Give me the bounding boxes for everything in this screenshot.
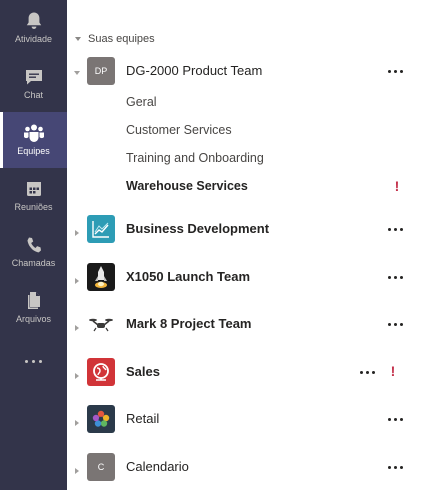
channel-item[interactable]: Training and Onboarding [126, 149, 264, 167]
team-item[interactable]: Sales ! [67, 352, 424, 392]
channel-item[interactable]: Customer Services [126, 121, 232, 139]
app-bar-meetings[interactable]: Reuniões [0, 168, 67, 224]
section-title: Suas equipes [88, 33, 155, 45]
team-name: Sales [126, 364, 160, 379]
chevron-down-icon[interactable] [74, 71, 80, 75]
channel-item[interactable]: Geral [126, 93, 157, 111]
drone-icon [87, 310, 115, 338]
app-bar-label: Reuniões [14, 202, 53, 212]
app-bar-label: Atividade [14, 34, 53, 44]
chevron-right-icon[interactable] [75, 230, 79, 236]
app-bar-label: Chamadas [11, 258, 56, 268]
your-teams-header[interactable]: Suas equipes [75, 31, 155, 47]
team-item[interactable]: Retail [67, 399, 424, 439]
app-bar: Atividade Chat Equipes Reuniões Chamadas… [0, 0, 67, 490]
chevron-right-icon[interactable] [75, 278, 79, 284]
chevron-right-icon[interactable] [75, 420, 79, 426]
chevron-right-icon[interactable] [75, 325, 79, 331]
more-apps-icon[interactable] [0, 349, 67, 373]
files-icon [27, 292, 40, 309]
team-name: X1050 Launch Team [126, 269, 251, 284]
teams-icon [23, 124, 44, 142]
more-options-icon[interactable] [385, 461, 405, 473]
team-item[interactable]: DP DG-2000 Product Team [67, 51, 424, 91]
avatar-initials: C [97, 462, 105, 472]
more-options-icon[interactable] [385, 271, 405, 283]
chevron-down-icon [75, 37, 81, 41]
team-avatar: DP [87, 57, 115, 85]
team-name: Retail [126, 411, 160, 426]
teams-list-pane: Suas equipes DP DG-2000 Product Team Ger… [67, 0, 424, 490]
more-options-icon[interactable] [385, 223, 405, 235]
chevron-right-icon[interactable] [75, 468, 79, 474]
app-bar-activity[interactable]: Atividade [0, 0, 67, 56]
team-name: Mark 8 Project Team [126, 316, 252, 331]
phone-icon [27, 237, 41, 253]
app-bar-label: Arquivos [15, 314, 51, 324]
alert-icon: ! [394, 178, 400, 194]
channel-item[interactable]: Warehouse Services [126, 177, 248, 195]
team-item[interactable]: X1050 Launch Team [67, 257, 424, 297]
team-item[interactable]: Business Development [67, 209, 424, 249]
chat-icon [25, 70, 42, 85]
app-bar-chat[interactable]: Chat [0, 56, 67, 112]
more-options-icon[interactable] [385, 65, 405, 77]
calendar-icon [26, 182, 41, 196]
globe-icon [87, 358, 115, 386]
team-avatar: C [87, 453, 115, 481]
app-bar-calls[interactable]: Chamadas [0, 224, 67, 280]
team-name: Business Development [126, 221, 270, 236]
chart-line-icon [87, 215, 115, 243]
more-options-icon[interactable] [385, 318, 405, 330]
chevron-right-icon[interactable] [75, 373, 79, 379]
team-item[interactable]: C Calendario [67, 447, 424, 487]
team-item[interactable]: Mark 8 Project Team [67, 304, 424, 344]
avatar-initials: DP [94, 66, 108, 76]
team-name: Calendario [126, 459, 189, 474]
app-bar-teams[interactable]: Equipes [0, 112, 67, 168]
more-options-icon[interactable] [385, 413, 405, 425]
app-bar-files[interactable]: Arquivos [0, 280, 67, 336]
flower-icon [87, 405, 115, 433]
rocket-icon [87, 263, 115, 291]
more-options-icon[interactable] [357, 366, 377, 378]
alert-icon: ! [390, 363, 396, 379]
app-bar-label: Equipes [17, 146, 50, 156]
team-name: DG-2000 Product Team [126, 63, 263, 78]
bell-icon [26, 12, 41, 29]
app-bar-label: Chat [23, 90, 43, 100]
